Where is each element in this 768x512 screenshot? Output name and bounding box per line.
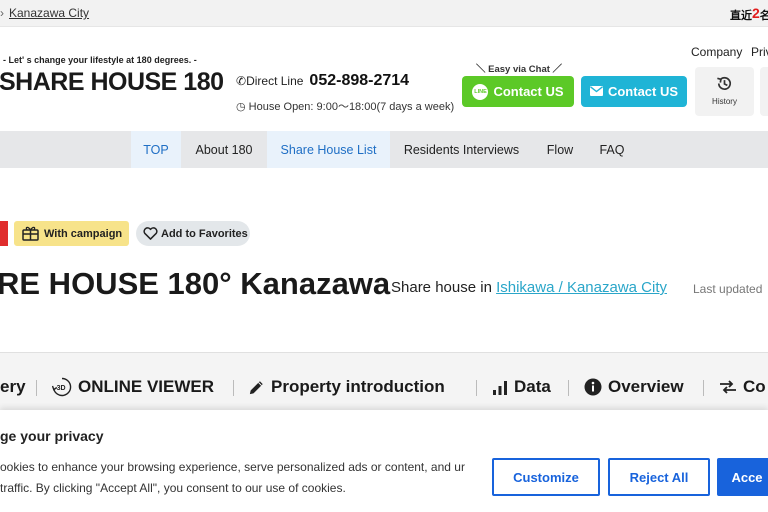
top-bar: › Kanazawa City 直近2名 xyxy=(0,0,768,27)
history-label: History xyxy=(712,97,737,106)
house-open-hours: ◷ House Open: 9:00～18:00(7 days a week) xyxy=(236,98,454,114)
cookie-description: ookies to enhance your browsing experien… xyxy=(0,460,465,495)
phone-label: Direct Line xyxy=(246,74,304,88)
nav-flow[interactable]: Flow xyxy=(533,131,587,168)
phone-row: ✆Direct Line 052-898-2714 xyxy=(236,72,409,90)
tab-divider xyxy=(568,380,569,396)
add-to-favorites-button[interactable]: Add to Favorites xyxy=(136,221,250,246)
tab-overview-label: Overview xyxy=(608,377,684,396)
gift-icon xyxy=(22,226,39,241)
tagline: - Let' s change your lifestyle at 180 de… xyxy=(3,55,197,65)
main-nav: TOP About 180 Share House List Residents… xyxy=(0,131,768,168)
reject-all-button[interactable]: Reject All xyxy=(608,458,710,496)
phone-number[interactable]: 052-898-2714 xyxy=(309,72,409,89)
tab-online-viewer[interactable]: 3D ONLINE VIEWER xyxy=(52,377,214,397)
cookie-title: ge your privacy xyxy=(0,428,104,444)
last-updated: Last updated xyxy=(693,282,763,296)
header-extra-button[interactable] xyxy=(760,67,768,116)
tab-online-viewer-label: ONLINE VIEWER xyxy=(78,377,215,396)
tab-divider xyxy=(233,380,234,396)
nav-share-house-list[interactable]: Share House List xyxy=(267,131,390,168)
envelope-icon xyxy=(589,84,603,99)
line-contact-button[interactable]: LINE Contact US xyxy=(462,76,574,107)
property-subtitle: Share house in Ishikawa / Kanazawa City xyxy=(391,279,667,296)
site-logo[interactable]: SHARE HOUSE 180 xyxy=(0,68,224,97)
property-title: RE HOUSE 180° Kanazawa xyxy=(0,266,391,301)
promo-prefix: 直近 xyxy=(730,10,752,22)
location-link[interactable]: Ishikawa / Kanazawa City xyxy=(496,279,667,296)
phone-icon: ✆ xyxy=(236,74,247,88)
mail-contact-label: Contact US xyxy=(607,84,679,99)
promo-number: 2 xyxy=(752,5,760,21)
history-button[interactable]: History xyxy=(695,67,754,116)
subtitle-prefix: Share house in xyxy=(391,279,497,296)
breadcrumb-separator: › xyxy=(0,6,4,20)
bar-chart-icon xyxy=(493,380,507,395)
campaign-label: With campaign xyxy=(44,227,123,240)
favorites-label: Add to Favorites xyxy=(161,227,248,240)
breadcrumb-kanazawa-city[interactable]: Kanazawa City xyxy=(9,6,89,20)
3d-rotate-icon: 3D xyxy=(52,377,72,397)
promo-text: 直近2名 xyxy=(730,5,768,23)
tab-gallery[interactable]: ery xyxy=(0,377,26,397)
privacy-link[interactable]: Priv xyxy=(751,45,768,59)
tab-overview[interactable]: Overview xyxy=(584,377,684,397)
mail-contact-button[interactable]: Contact US xyxy=(581,76,687,107)
nav-top[interactable]: TOP xyxy=(131,131,181,168)
section-tabs: ery 3D ONLINE VIEWER Property introducti… xyxy=(0,352,768,410)
line-contact-label: Contact US xyxy=(493,84,564,99)
pencil-icon xyxy=(249,380,263,394)
hours-text: House Open: 9:00～18:00(7 days a week) xyxy=(248,101,455,113)
easy-chat-label: ＼ Easy via Chat ／ xyxy=(476,64,563,75)
promo-suffix: 名 xyxy=(759,10,768,22)
nav-faq[interactable]: FAQ xyxy=(587,131,637,168)
clock-icon: ◷ xyxy=(236,101,249,113)
info-icon xyxy=(584,378,602,396)
heart-icon xyxy=(143,227,158,240)
arrows-icon xyxy=(720,380,736,394)
tab-compare[interactable]: Co xyxy=(719,377,766,397)
nav-about[interactable]: About 180 xyxy=(181,131,267,168)
nav-residents-interviews[interactable]: Residents Interviews xyxy=(390,131,533,168)
tab-divider xyxy=(703,380,704,396)
tab-compare-label: Co xyxy=(743,377,766,396)
line-icon: LINE xyxy=(472,83,489,100)
svg-text:3D: 3D xyxy=(57,385,66,392)
cookie-consent-banner: ge your privacy ookies to enhance your b… xyxy=(0,410,768,512)
tab-property-introduction-label: Property introduction xyxy=(271,377,445,396)
history-icon xyxy=(717,76,732,90)
tab-data[interactable]: Data xyxy=(492,377,551,397)
tab-property-introduction[interactable]: Property introduction xyxy=(248,377,445,397)
status-tag xyxy=(0,221,8,246)
tab-data-label: Data xyxy=(514,377,551,396)
tab-divider xyxy=(476,380,477,396)
tab-divider xyxy=(36,380,37,396)
company-link[interactable]: Company xyxy=(691,45,742,59)
customize-button[interactable]: Customize xyxy=(492,458,600,496)
campaign-badge: With campaign xyxy=(14,221,129,246)
accept-all-button[interactable]: Acce xyxy=(717,458,768,496)
tab-gallery-label: ery xyxy=(0,377,26,396)
